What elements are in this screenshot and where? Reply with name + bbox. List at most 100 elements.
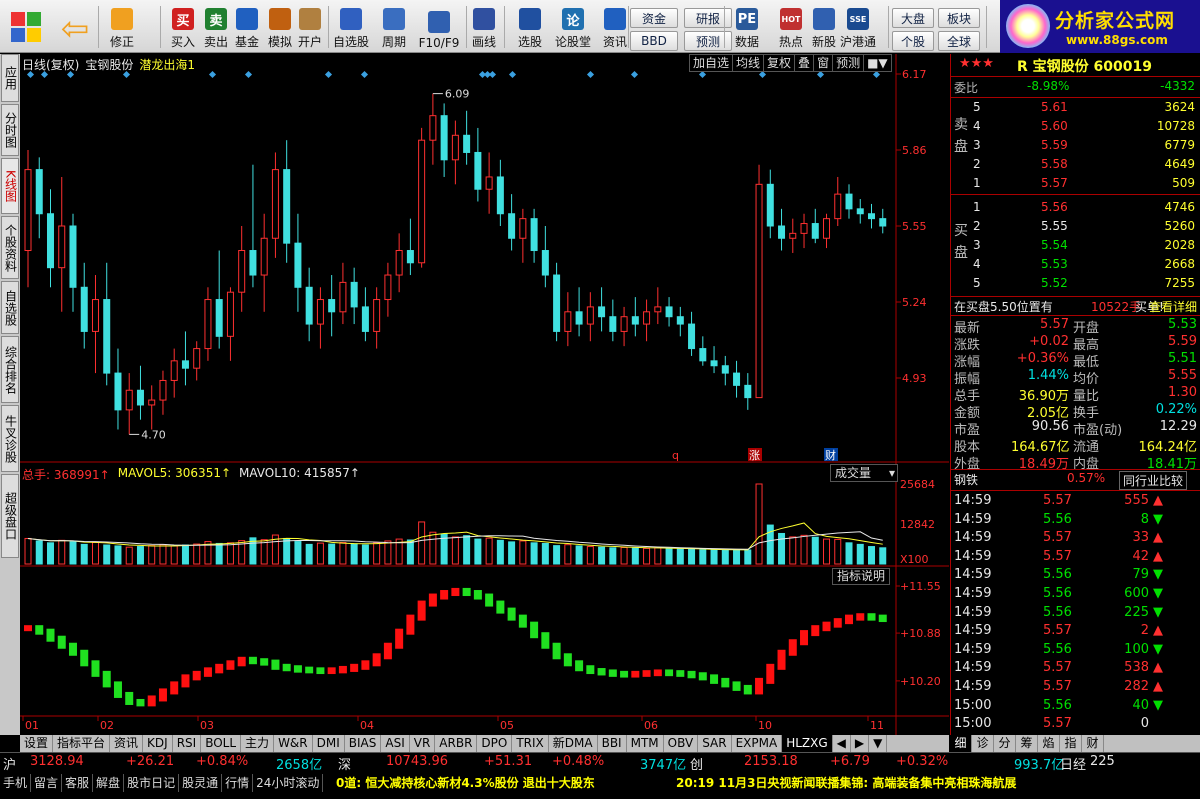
indicator-tab[interactable]: 资讯 (110, 735, 144, 752)
more-tabs-icon[interactable]: ▼ (869, 735, 888, 752)
quote-panel-tab[interactable]: 细 (950, 735, 972, 752)
event-marker-cai[interactable]: 财 (825, 448, 836, 462)
indicator-tab[interactable]: DPO (477, 735, 513, 752)
quote-panel-tab[interactable]: 筹 (1016, 735, 1038, 752)
toolbar-forum-button[interactable]: 论论股堂 (555, 4, 591, 50)
toolbar-buy-button[interactable]: 买买入 (165, 4, 201, 50)
chart-header-button[interactable]: 加自选 (689, 54, 734, 72)
chart-header-button[interactable]: ■▼ (863, 54, 892, 72)
status-link[interactable]: 手机 (0, 774, 32, 792)
indicator-tab[interactable]: SAR (698, 735, 732, 752)
toolbar-small-button[interactable]: BBD (630, 31, 678, 51)
quote-panel-tab[interactable]: 焰 (1038, 735, 1060, 752)
toolbar-f10-button[interactable]: F10/F9 (416, 4, 462, 50)
toolbar-lock-button[interactable]: 开户 (292, 4, 328, 50)
indicator-tab[interactable]: ASI (381, 735, 410, 752)
chart-header-button[interactable]: 窗 (813, 54, 834, 72)
left-tab-3[interactable]: 个股资料 (1, 216, 19, 279)
status-link[interactable]: 股灵通 (179, 774, 223, 792)
toolbar-hot-button[interactable]: HOT 热点 (773, 4, 809, 50)
buy-level-row[interactable]: 2 5.55 5260 (951, 219, 1200, 236)
buy-level-row[interactable]: 5 5.52 7255 (951, 276, 1200, 293)
news-ticker-2[interactable]: 20:19 11月3日央视新闻联播集锦: 高端装备集中亮相珠海航展 (676, 774, 1016, 791)
left-tab-1[interactable]: 分时图 (1, 104, 19, 156)
small-button-label: 研报 (695, 11, 720, 26)
news-ticker-1[interactable]: 0道: 恒大减持核心新材4.3%股份 退出十大股东 (336, 774, 595, 791)
indicator-tab[interactable]: 主力 (241, 735, 275, 752)
indicator-tab[interactable]: KDJ (143, 735, 173, 752)
indicator-tab[interactable]: VR (410, 735, 436, 752)
toolbar-up-down-arrows-button[interactable]: 修正 (104, 4, 140, 50)
buy-level-row[interactable]: 1 5.56 4746 (951, 200, 1200, 217)
back-button[interactable]: ⇦ (55, 4, 95, 50)
chart-header-button[interactable]: 复权 (763, 54, 796, 72)
indicator-tab[interactable]: W&R (274, 735, 313, 752)
sell-level-row[interactable]: 4 5.60 10728 (951, 119, 1200, 136)
toolbar-pe-button[interactable]: PE 数据 (729, 4, 765, 50)
scroll-left-icon[interactable]: ◀ (833, 735, 851, 752)
quote-panel-tab[interactable]: 诊 (972, 735, 994, 752)
view-details-link[interactable]: 查看详细 (1149, 298, 1197, 315)
indicator-tab[interactable]: OBV (664, 735, 699, 752)
left-tab-6[interactable]: 牛叉诊股 (1, 405, 19, 472)
quote-panel-tab[interactable]: 指 (1060, 735, 1082, 752)
status-link[interactable]: 客服 (62, 774, 94, 792)
system-menu-button[interactable] (6, 4, 46, 50)
scroll-right-icon[interactable]: ▶ (851, 735, 870, 752)
toolbar-clock-button[interactable]: 周期 (376, 4, 412, 50)
toolbar-small-button[interactable]: 资金 (630, 8, 678, 28)
sell-level-row[interactable]: 2 5.58 4649 (951, 157, 1200, 174)
event-marker-zhang[interactable]: 涨 (749, 449, 760, 462)
status-link[interactable]: 股市日记 (124, 774, 180, 792)
indicator-tab[interactable]: HLZXG (782, 735, 833, 752)
indicator-tab[interactable]: RSI (173, 735, 202, 752)
candle-body (676, 316, 684, 325)
left-tab-5[interactable]: 综合排名 (1, 336, 19, 403)
toolbar-small-button[interactable]: 板块 (938, 8, 980, 28)
status-link[interactable]: 行情 (222, 774, 254, 792)
left-tab-7[interactable]: 超级盘口 (1, 474, 19, 558)
indicator-tab[interactable]: BIAS (345, 735, 382, 752)
indicator-tab[interactable]: BBI (598, 735, 627, 752)
sell-level-row[interactable]: 3 5.59 6779 (951, 138, 1200, 155)
indicator-tab[interactable]: TRIX (512, 735, 549, 752)
sh-change: +26.21 (126, 754, 175, 769)
toolbar-screen-button[interactable]: 选股 (512, 4, 548, 50)
left-tab-2[interactable]: K线图 (1, 158, 19, 214)
sell-level-row[interactable]: 1 5.57 509 (951, 176, 1200, 193)
left-tab-0[interactable]: 应用 (1, 54, 19, 102)
indicator-tab[interactable]: ARBR (435, 735, 478, 752)
indicator-tab[interactable]: BOLL (201, 735, 242, 752)
event-marker-q[interactable]: q (672, 449, 679, 462)
toolbar-fund-button[interactable]: 基金 (229, 4, 265, 50)
chart-header-button[interactable]: 叠 (794, 54, 815, 72)
indicator-tab[interactable]: MTM (627, 735, 664, 752)
status-link[interactable]: 解盘 (93, 774, 125, 792)
status-link[interactable]: 24小时滚动 (253, 774, 324, 792)
toolbar-star-button[interactable]: 自选股 (333, 4, 369, 50)
quote-panel-tab[interactable]: 财 (1082, 735, 1104, 752)
indicator-tab[interactable]: 设置 (20, 735, 54, 752)
toolbar-pen-button[interactable]: 画线 (466, 4, 502, 50)
buy-level-row[interactable]: 4 5.53 2668 (951, 257, 1200, 274)
chart-header-button[interactable]: 均线 (732, 54, 765, 72)
toolbar-small-button[interactable]: 全球 (938, 31, 980, 51)
toolbar-new-stock-button[interactable]: 新股 (806, 4, 842, 50)
buy-level-row[interactable]: 3 5.54 2028 (951, 238, 1200, 255)
indicator-tab[interactable]: EXPMA (732, 735, 783, 752)
indicator-tab[interactable]: DMI (313, 735, 345, 752)
industry-compare-button[interactable]: 同行业比较 (1119, 471, 1188, 490)
indicator-tab[interactable]: 新DMA (549, 735, 598, 752)
toolbar-small-button[interactable]: 个股 (892, 31, 934, 51)
sell-level-row[interactable]: 5 5.61 3624 (951, 100, 1200, 117)
chart-canvas[interactable]: 6.17 5.86 5.55 5.24 4.93 6.09 4.70 q 涨 财 25684 1284… (20, 54, 949, 735)
status-link[interactable]: 留言 (31, 774, 63, 792)
volume-indicator-dropdown[interactable]: 成交量 ▾ (830, 464, 898, 482)
indicator-help-button[interactable]: 指标说明 (832, 568, 890, 585)
left-tab-4[interactable]: 自选股 (1, 281, 19, 334)
toolbar-small-button[interactable]: 大盘 (892, 8, 934, 28)
indicator-tab[interactable]: 指标平台 (53, 735, 111, 752)
toolbar-sse-hkex-button[interactable]: SSE 沪港通 (840, 4, 876, 50)
quote-panel-tab[interactable]: 分 (994, 735, 1016, 752)
chart-header-button[interactable]: 预测 (832, 54, 865, 72)
